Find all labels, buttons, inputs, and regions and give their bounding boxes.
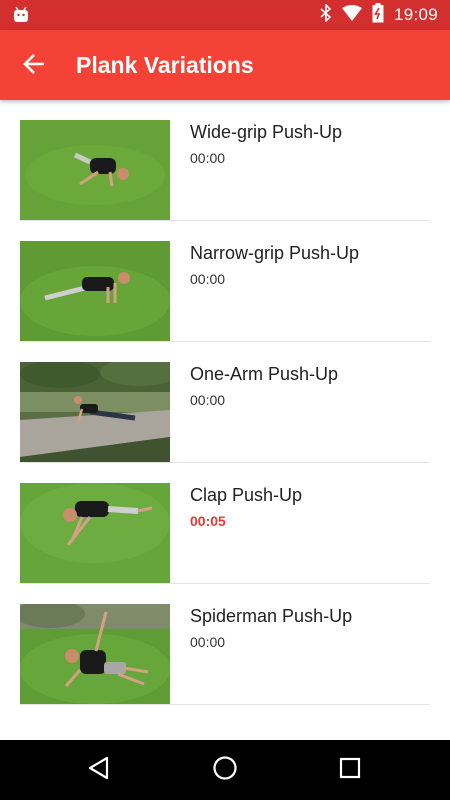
exercise-time: 00:00: [190, 271, 226, 287]
exercise-time: 00:00: [190, 392, 226, 408]
exercise-name: Clap Push-Up: [190, 485, 303, 505]
exercise-thumbnail: [20, 120, 170, 220]
exercise-time-active: 00:05: [190, 513, 226, 529]
exercise-item-narrow-grip-push-up[interactable]: Narrow-grip Push-Up 00:00: [20, 221, 430, 342]
status-time: 19:09: [393, 5, 438, 24]
page-title: Plank Variations: [76, 52, 254, 78]
exercise-item-spiderman-push-up[interactable]: Spiderman Push-Up 00:00: [20, 584, 430, 705]
exercise-item-wide-grip-push-up[interactable]: Wide-grip Push-Up 00:00: [20, 100, 430, 221]
nav-home-button[interactable]: [210, 755, 240, 785]
nav-recents-button[interactable]: [335, 755, 365, 785]
exercise-name: Wide-grip Push-Up: [190, 122, 343, 142]
exercise-thumbnail: [20, 483, 170, 583]
exercise-list: Wide-grip Push-Up 00:00 Narrow-grip Push…: [0, 100, 450, 740]
status-bar: 19:09: [0, 0, 450, 30]
recents-square-icon: [339, 757, 361, 784]
status-icons: 19:09: [320, 0, 438, 30]
bluetooth-icon: [320, 2, 332, 27]
exercise-item-clap-push-up[interactable]: Clap Push-Up 00:05: [20, 463, 430, 584]
navigation-bar: [0, 740, 450, 800]
exercise-name: Spiderman Push-Up: [190, 606, 353, 626]
battery-charging-icon: [372, 2, 384, 28]
back-triangle-icon: [88, 756, 110, 785]
exercise-time: 00:00: [190, 634, 226, 650]
exercise-item-one-arm-push-up[interactable]: One-Arm Push-Up 00:00: [20, 342, 430, 463]
nav-back-button[interactable]: [84, 755, 114, 785]
home-circle-icon: [212, 755, 238, 786]
arrow-left-icon: [22, 52, 46, 81]
exercise-thumbnail: [20, 604, 170, 704]
app-bar: Plank Variations: [0, 30, 450, 100]
exercise-thumbnail: [20, 241, 170, 341]
exercise-name: Narrow-grip Push-Up: [190, 243, 360, 263]
exercise-name: One-Arm Push-Up: [190, 364, 339, 384]
wifi-icon: [341, 4, 362, 26]
exercise-thumbnail: [20, 362, 170, 462]
exercise-time: 00:00: [190, 150, 226, 166]
back-button[interactable]: [18, 50, 50, 82]
app-root: 19:09 Plank Variations Wide-grip Push-Up…: [0, 0, 450, 800]
android-icon: [12, 6, 30, 24]
